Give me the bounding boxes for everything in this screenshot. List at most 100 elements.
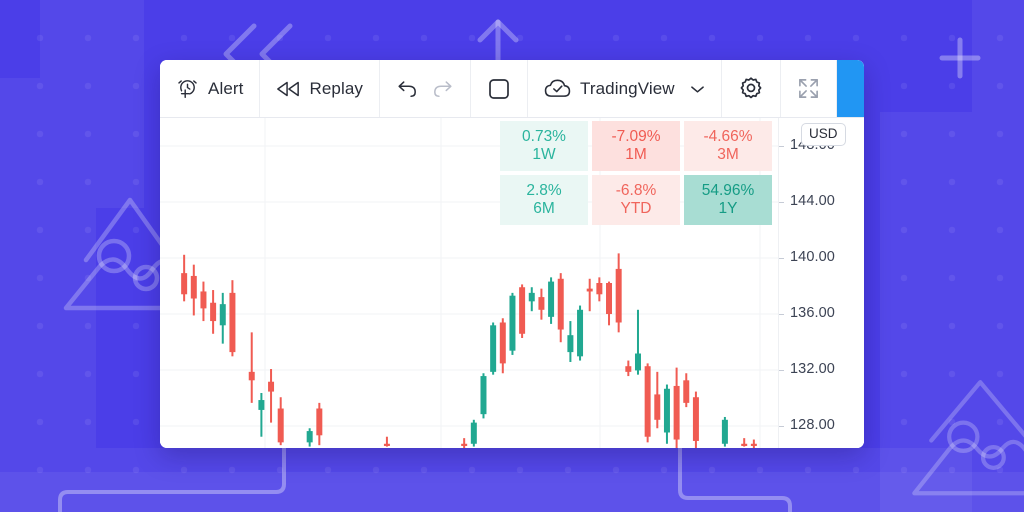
performance-period: 1Y — [718, 200, 738, 217]
candle-body — [470, 422, 477, 444]
candle-body — [519, 287, 526, 334]
performance-period: 6M — [533, 200, 555, 217]
performance-badges: 0.73% 1W -7.09% 1M -4.66% 3M 2.8% 6M -6.8% YTD 54.… — [500, 121, 772, 225]
candle-body — [741, 443, 748, 446]
tick-label: 128.00 — [790, 417, 835, 433]
candle-body — [219, 304, 226, 326]
chart-toolbar: Alert Replay TradingView — [160, 60, 864, 118]
tradingview-chart-card: Alert Replay TradingView 0.73% 1W -7.09%… — [160, 60, 864, 448]
performance-badge-1y[interactable]: 54.96% 1Y — [684, 175, 772, 225]
candle-body — [461, 443, 468, 446]
candle-body — [248, 371, 255, 381]
candle-body — [316, 408, 323, 436]
candle-body — [634, 353, 641, 371]
candle-body — [596, 283, 603, 295]
tick-mark — [779, 202, 784, 203]
rewind-double-triangle-icon — [276, 79, 300, 99]
performance-badge-ytd[interactable]: -6.8% YTD — [592, 175, 680, 225]
candle-body — [480, 376, 487, 415]
currency-badge: USD — [801, 123, 846, 146]
performance-badge-1w[interactable]: 0.73% 1W — [500, 121, 588, 171]
alert-button[interactable]: Alert — [160, 60, 261, 117]
candle-wick — [588, 278, 591, 312]
candle-body — [490, 325, 497, 372]
candle-body — [586, 288, 593, 292]
candle-wick — [463, 438, 466, 448]
undo-redo-group — [380, 60, 471, 117]
tick-label: 144.00 — [790, 193, 835, 209]
tick-label: 136.00 — [790, 305, 835, 321]
performance-badge-6m[interactable]: 2.8% 6M — [500, 175, 588, 225]
candle-body — [654, 394, 661, 420]
tick-mark — [779, 426, 784, 427]
candle-body — [181, 273, 188, 295]
candle-wick — [260, 393, 263, 437]
performance-value: 2.8% — [526, 181, 562, 199]
candle-body — [277, 408, 284, 443]
candle-body — [577, 309, 584, 357]
fullscreen-button[interactable] — [781, 60, 837, 117]
alert-label: Alert — [208, 79, 244, 98]
performance-value: -6.8% — [615, 181, 657, 199]
candle-body — [625, 366, 632, 372]
layout-button[interactable] — [471, 60, 528, 117]
candle-body — [499, 322, 506, 364]
candlestick-plot[interactable]: 0.73% 1W -7.09% 1M -4.66% 3M 2.8% 6M -6.8% YTD 54.… — [160, 118, 778, 448]
price-axis[interactable]: USD 148.00144.00140.00136.00132.00128.00 — [778, 118, 864, 448]
candle-body — [673, 385, 680, 440]
candle-body — [200, 291, 207, 309]
candle-body — [383, 443, 390, 446]
expand-arrows-icon — [797, 77, 820, 100]
replay-label: Replay — [309, 79, 363, 98]
tick-mark — [779, 370, 784, 371]
candle-body — [190, 275, 197, 299]
account-menu-button[interactable]: TradingView — [528, 60, 722, 117]
candle-wick — [270, 369, 273, 423]
bg-block-top-strip — [40, 0, 144, 78]
chart-area: 0.73% 1W -7.09% 1M -4.66% 3M 2.8% 6M -6.8% YTD 54.… — [160, 118, 864, 448]
candle-body — [683, 380, 690, 403]
candle-body — [557, 278, 564, 330]
single-pane-square-icon — [487, 77, 511, 101]
publish-label: Publish — [863, 80, 864, 98]
candle-body — [644, 366, 651, 437]
tick-mark — [779, 258, 784, 259]
tick-label: 132.00 — [790, 361, 835, 377]
mountain-triangle-right-icon — [888, 358, 1024, 508]
candle-body — [692, 397, 699, 441]
performance-value: 0.73% — [522, 127, 566, 145]
performance-badge-3m[interactable]: -4.66% 3M — [684, 121, 772, 171]
performance-period: 3M — [717, 146, 739, 163]
plus-cross-icon — [938, 36, 982, 80]
candle-body — [750, 443, 757, 446]
performance-period: 1W — [532, 146, 556, 163]
tick-mark — [779, 314, 784, 315]
performance-value: -7.09% — [611, 127, 661, 145]
candle-body — [606, 283, 613, 315]
cloud-check-icon — [544, 78, 571, 99]
gear-icon — [738, 76, 764, 102]
performance-period: 1M — [625, 146, 647, 163]
candle-body — [721, 419, 728, 444]
performance-period: YTD — [620, 200, 652, 217]
account-label: TradingView — [580, 79, 675, 98]
rounded-path-bottom-left — [52, 446, 292, 512]
alarm-clock-plus-icon — [176, 77, 199, 100]
candle-body — [663, 388, 670, 433]
candle-body — [548, 281, 555, 317]
candle-body — [509, 295, 516, 351]
candle-body — [258, 400, 265, 410]
performance-badge-1m[interactable]: -7.09% 1M — [592, 121, 680, 171]
undo-arrow-icon[interactable] — [396, 79, 418, 99]
tick-label: 140.00 — [790, 249, 835, 265]
candle-body — [567, 335, 574, 353]
replay-button[interactable]: Replay — [260, 60, 380, 117]
candle-body — [615, 268, 622, 323]
rounded-path-bottom-right — [672, 446, 802, 512]
redo-arrow-icon[interactable] — [432, 79, 454, 99]
settings-button[interactable] — [722, 60, 781, 117]
publish-button[interactable]: Publish — [836, 60, 864, 117]
candle-body — [229, 292, 236, 353]
candle-body — [538, 297, 545, 310]
candle-body — [528, 292, 535, 302]
